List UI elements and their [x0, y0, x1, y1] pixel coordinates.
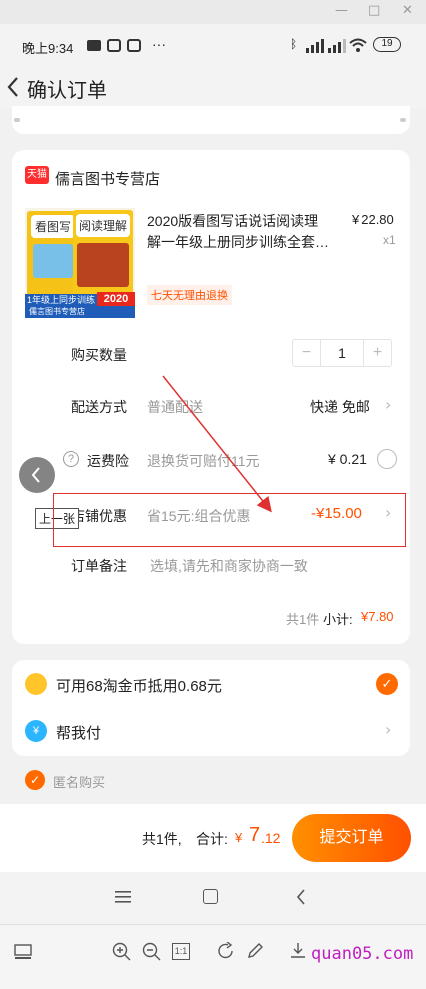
footer-total-label: 合计:: [196, 831, 228, 847]
watermark: quan05.com: [311, 944, 414, 964]
thumbnail-icon[interactable]: [14, 944, 32, 960]
zoom-out-icon[interactable]: [142, 942, 162, 962]
zoom-in-icon[interactable]: [112, 942, 132, 962]
submit-order-button[interactable]: 提交订单: [292, 814, 411, 862]
footer-total-int: 7: [249, 824, 261, 846]
chevron-right-icon[interactable]: ›: [385, 720, 391, 739]
anonymous-label: 匿名购买: [53, 775, 106, 790]
anonymous-checkbox[interactable]: ✓: [25, 770, 45, 790]
coin-checkbox[interactable]: ✓: [376, 673, 398, 695]
edit-icon[interactable]: [246, 942, 264, 960]
download-icon[interactable]: [289, 942, 307, 960]
rotate-icon[interactable]: [217, 942, 235, 960]
footer-total-dec: .12: [261, 830, 281, 846]
menu-icon[interactable]: [115, 890, 131, 904]
pay-for-me-icon: ¥: [25, 720, 47, 742]
home-icon[interactable]: [203, 889, 218, 904]
footer-currency: ¥: [235, 830, 243, 845]
footer-count: 共1件,: [142, 831, 182, 847]
coin-deduction-text: 可用68淘金币抵用0.68元: [56, 678, 222, 695]
actual-size-icon[interactable]: 1:1: [172, 943, 190, 960]
nav-back-icon[interactable]: [295, 888, 307, 906]
taobao-coin-icon: [25, 673, 47, 695]
help-pay-label[interactable]: 帮我付: [56, 722, 101, 743]
